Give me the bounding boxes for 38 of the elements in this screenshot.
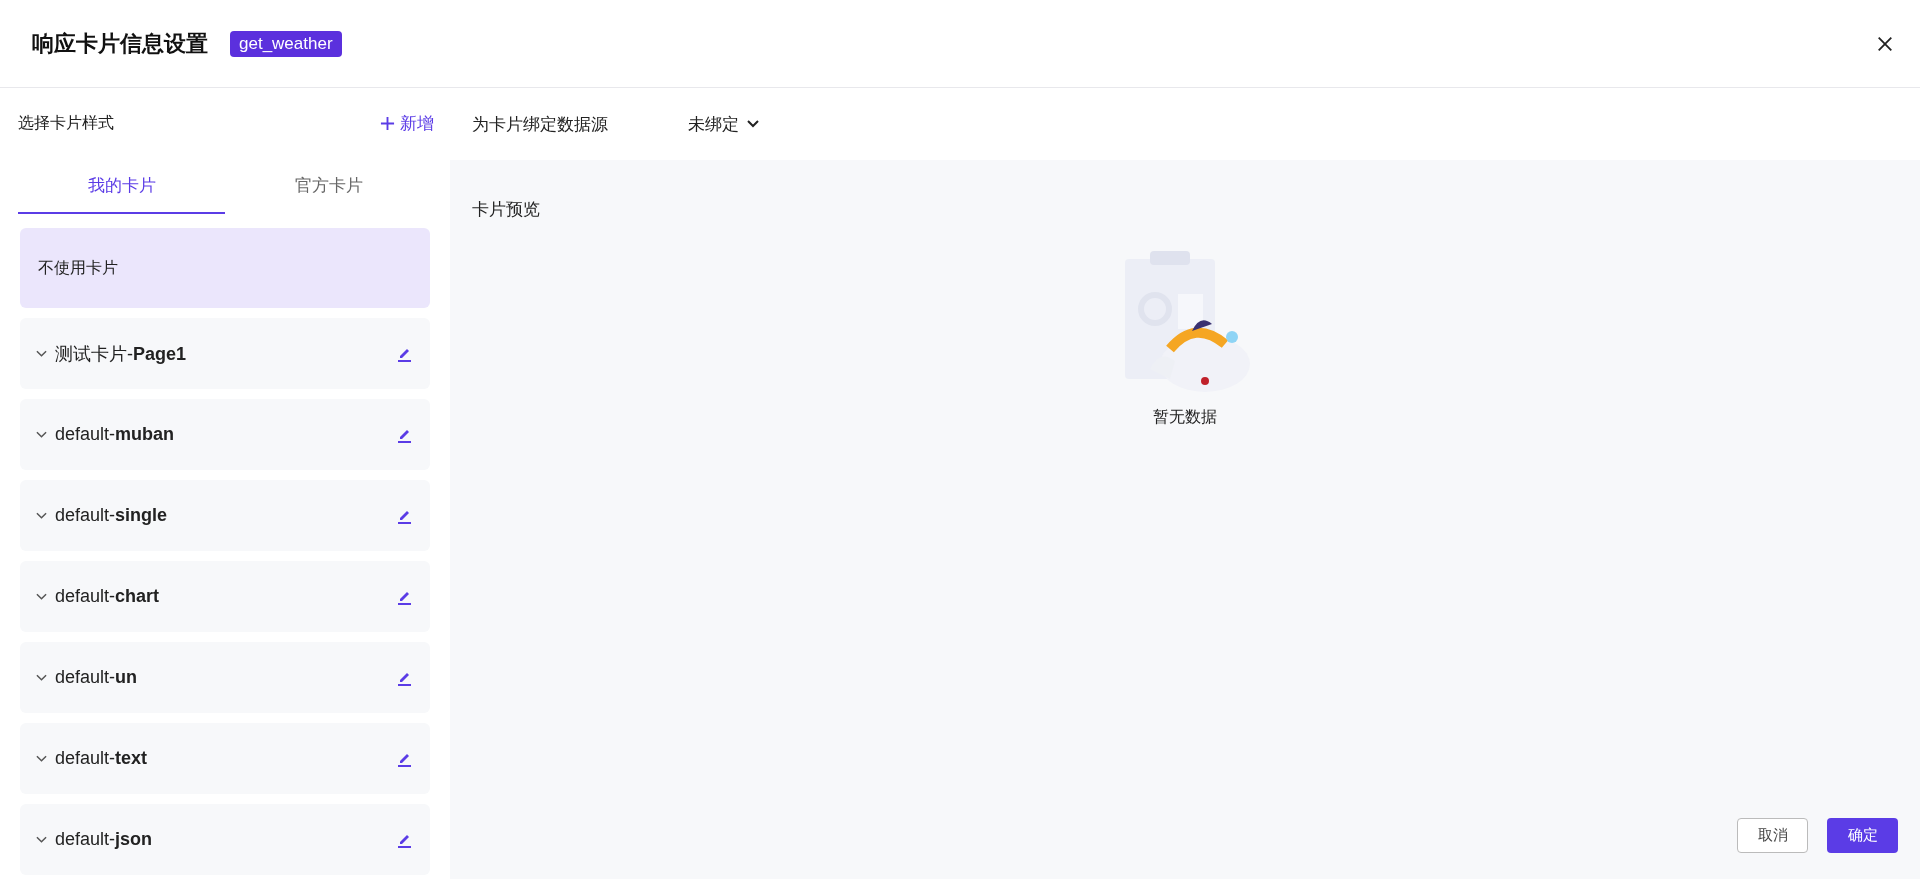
- card-item[interactable]: default-muban: [20, 399, 430, 470]
- card-item[interactable]: default-chart: [20, 561, 430, 632]
- card-item[interactable]: default-json: [20, 804, 430, 875]
- card-item[interactable]: 不使用卡片: [20, 228, 430, 308]
- close-icon[interactable]: [1876, 34, 1894, 53]
- chevron-icon[interactable]: [36, 835, 47, 844]
- function-badge: get_weather: [230, 30, 342, 57]
- chevron-icon[interactable]: [36, 511, 47, 520]
- card-name: default-chart: [55, 586, 160, 607]
- card-name: default-un: [55, 667, 138, 688]
- card-name: default-text: [55, 748, 148, 769]
- cancel-button[interactable]: 取消: [1737, 818, 1808, 853]
- card-name: default-single: [55, 505, 168, 526]
- section-heading: 选择卡片样式: [18, 112, 114, 133]
- card-item[interactable]: 测试卡片-Page1: [20, 318, 430, 389]
- card-item[interactable]: default-un: [20, 642, 430, 713]
- card-tab[interactable]: 官方卡片: [225, 158, 432, 214]
- card-item[interactable]: default-text: [20, 723, 430, 794]
- card-tab[interactable]: 我的卡片: [18, 158, 225, 214]
- add-button[interactable]: 新增: [380, 111, 434, 135]
- empty-state-text: 暂无数据: [1153, 407, 1217, 427]
- chevron-icon[interactable]: [36, 754, 47, 763]
- confirm-button[interactable]: 确定: [1827, 818, 1898, 853]
- chevron-icon[interactable]: [36, 673, 47, 682]
- chevron-icon[interactable]: [36, 349, 47, 358]
- chevron-icon[interactable]: [36, 430, 47, 439]
- preview-title: 卡片预览: [472, 199, 540, 221]
- card-name: default-json: [55, 829, 153, 850]
- card-name: 测试卡片-Page1: [55, 342, 187, 366]
- chevron-icon: [747, 120, 759, 128]
- chevron-icon[interactable]: [36, 592, 47, 601]
- card-name: 不使用卡片: [38, 257, 118, 278]
- bind-label: 为卡片绑定数据源: [472, 113, 608, 136]
- data-source-dropdown[interactable]: 未绑定: [688, 112, 759, 136]
- card-name: default-muban: [55, 424, 175, 445]
- card-item[interactable]: default-single: [20, 480, 430, 551]
- plus-icon: [380, 115, 395, 131]
- dialog-title: 响应卡片信息设置: [32, 29, 208, 58]
